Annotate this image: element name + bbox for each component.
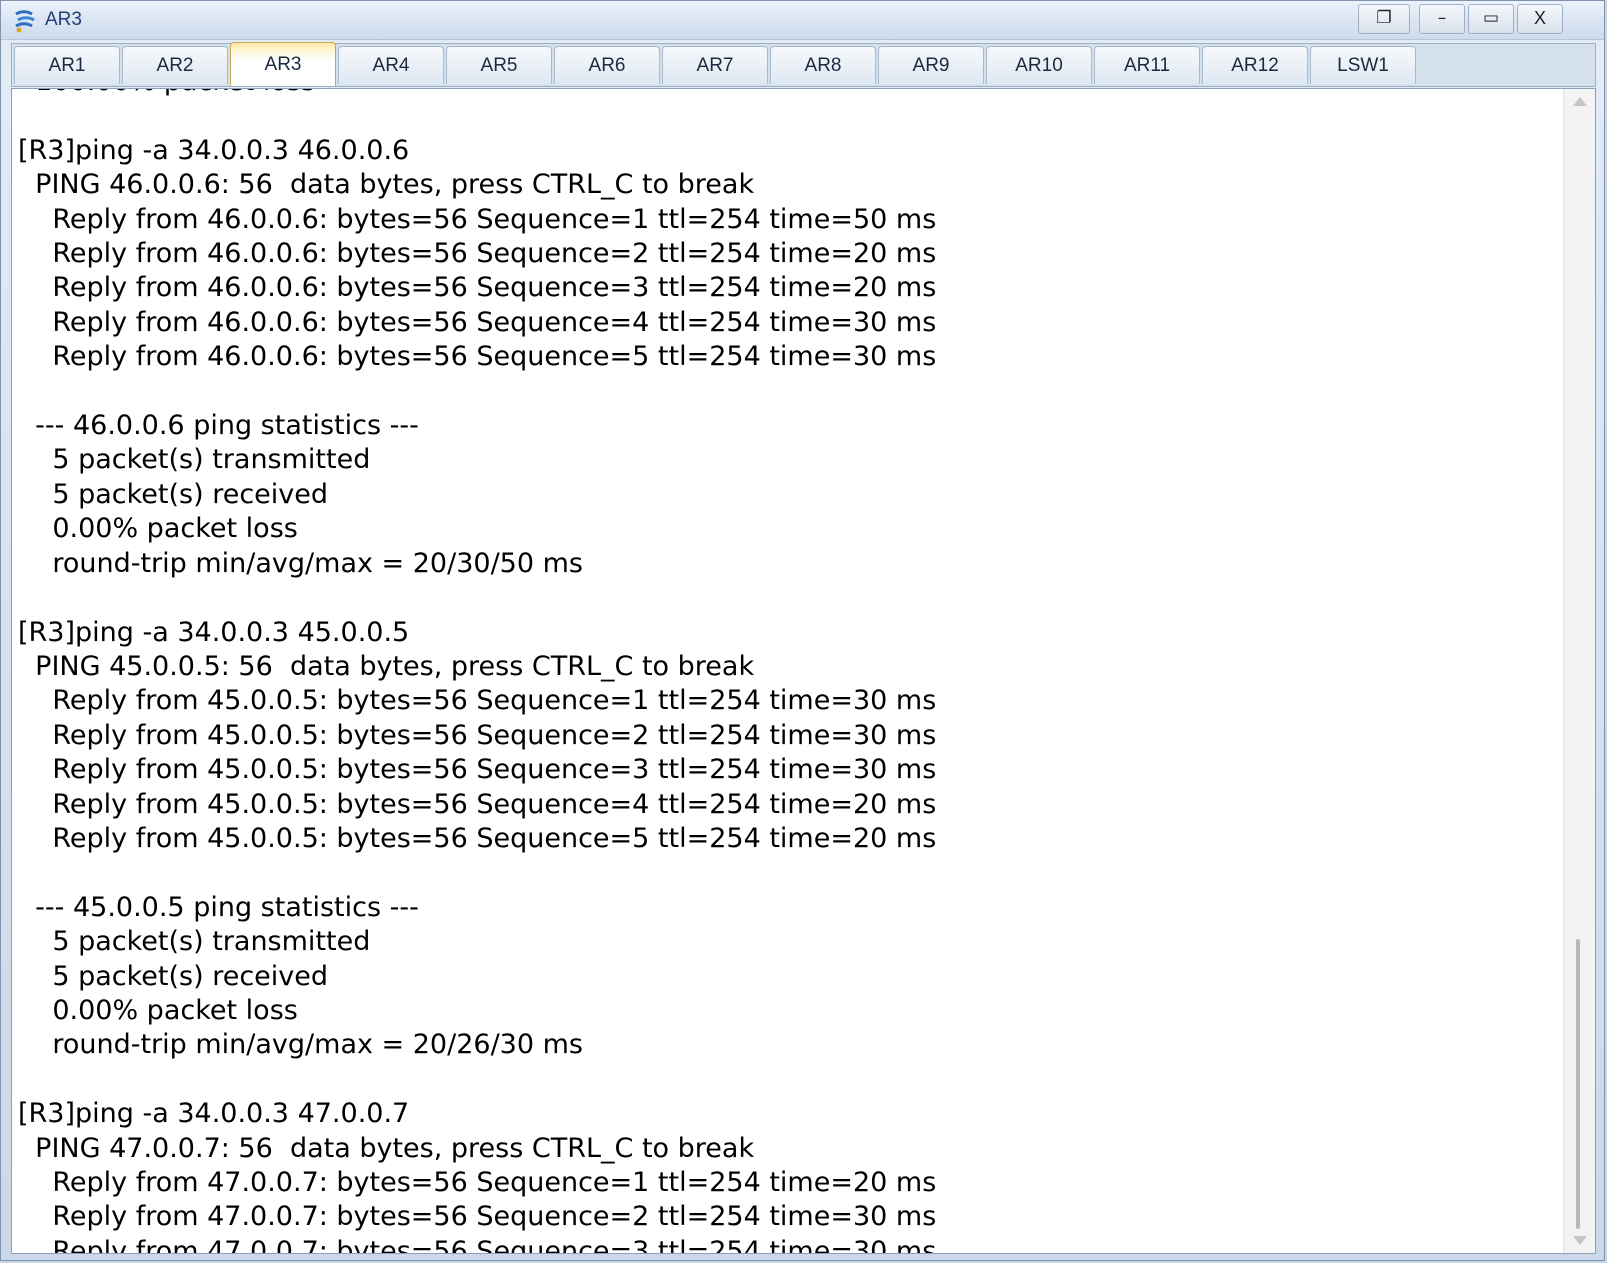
console-line: Reply from 46.0.0.6: bytes=56 Sequence=3…: [18, 272, 937, 304]
tab-ar10[interactable]: AR10: [986, 46, 1092, 84]
tab-lsw1[interactable]: LSW1: [1310, 46, 1416, 84]
console-line: --- 46.0.0.6 ping statistics ---: [18, 410, 419, 442]
close-button[interactable]: X: [1517, 4, 1563, 34]
console-line: [R3]ping -a 34.0.0.3 45.0.0.5: [18, 616, 410, 648]
console-line: 0.00% packet loss: [18, 513, 298, 545]
scrollbar-thumb[interactable]: [1576, 939, 1580, 1229]
console-line: Reply from 46.0.0.6: bytes=56 Sequence=2…: [18, 238, 937, 270]
console-line: Reply from 46.0.0.6: bytes=56 Sequence=4…: [18, 306, 937, 338]
console-line: 5 packet(s) received: [18, 478, 329, 510]
app-icon: [13, 9, 39, 33]
tab-ar3[interactable]: AR3: [230, 42, 336, 86]
tab-ar7[interactable]: AR7: [662, 46, 768, 84]
console-line: Reply from 45.0.0.5: bytes=56 Sequence=2…: [18, 719, 937, 751]
tab-ar5[interactable]: AR5: [446, 46, 552, 84]
minimize-button[interactable]: –: [1419, 4, 1465, 34]
console-line: 5 packet(s) transmitted: [18, 926, 371, 958]
console-line: Reply from 47.0.0.7: bytes=56 Sequence=3…: [18, 1235, 937, 1254]
console-line: Reply from 45.0.0.5: bytes=56 Sequence=3…: [18, 754, 937, 786]
console-output[interactable]: 100.00% packet loss [R3]ping -a 34.0.0.3…: [11, 88, 1596, 1254]
console-line: 0.00% packet loss: [18, 994, 298, 1026]
scroll-up-arrow-icon[interactable]: [1573, 97, 1587, 106]
title-bar[interactable]: AR3 ❐ – ▭ X: [1, 1, 1604, 40]
console-line: [R3]ping -a 34.0.0.3 47.0.0.7: [18, 1098, 410, 1130]
tab-ar1[interactable]: AR1: [14, 46, 120, 84]
console-line: PING 47.0.0.7: 56 data bytes, press CTRL…: [18, 1132, 755, 1164]
minimize-icon: –: [1437, 8, 1447, 28]
tab-ar2[interactable]: AR2: [122, 46, 228, 84]
console-line: --- 45.0.0.5 ping statistics ---: [18, 891, 419, 923]
console-line: 5 packet(s) transmitted: [18, 444, 371, 476]
console-line: Reply from 46.0.0.6: bytes=56 Sequence=5…: [18, 341, 937, 373]
window-title: AR3: [45, 9, 82, 30]
console-line: Reply from 46.0.0.6: bytes=56 Sequence=1…: [18, 203, 937, 235]
console-line: Reply from 47.0.0.7: bytes=56 Sequence=1…: [18, 1167, 937, 1198]
device-tab-bar: AR1 AR2 AR3 AR4 AR5 AR6 AR7 AR8 AR9 AR10…: [11, 42, 1596, 87]
console-line: [R3]ping -a 34.0.0.3 46.0.0.6: [18, 134, 410, 166]
console-line: Reply from 47.0.0.7: bytes=56 Sequence=2…: [18, 1201, 937, 1233]
console-line: Reply from 45.0.0.5: bytes=56 Sequence=1…: [18, 685, 937, 717]
restore-button[interactable]: ❐: [1358, 4, 1410, 34]
tab-ar11[interactable]: AR11: [1094, 46, 1200, 84]
restore-icon: ❐: [1376, 8, 1392, 28]
console-line: round-trip min/avg/max = 20/30/50 ms: [18, 547, 583, 579]
tab-ar6[interactable]: AR6: [554, 46, 660, 84]
vertical-scrollbar[interactable]: [1563, 89, 1595, 1253]
console-line: PING 46.0.0.6: 56 data bytes, press CTRL…: [18, 169, 755, 201]
scroll-down-arrow-icon[interactable]: [1573, 1236, 1587, 1245]
tab-ar8[interactable]: AR8: [770, 46, 876, 84]
console-text[interactable]: 100.00% packet loss [R3]ping -a 34.0.0.3…: [18, 89, 937, 1254]
tab-ar12[interactable]: AR12: [1202, 46, 1308, 84]
maximize-button[interactable]: ▭: [1468, 4, 1514, 34]
console-line: PING 45.0.0.5: 56 data bytes, press CTRL…: [18, 650, 755, 682]
close-icon: X: [1533, 8, 1546, 28]
console-line: Reply from 45.0.0.5: bytes=56 Sequence=5…: [18, 822, 937, 854]
console-line: round-trip min/avg/max = 20/26/30 ms: [18, 1029, 583, 1061]
console-line: 100.00% packet loss: [18, 89, 315, 97]
tab-ar9[interactable]: AR9: [878, 46, 984, 84]
maximize-icon: ▭: [1482, 8, 1500, 28]
console-line: 5 packet(s) received: [18, 960, 329, 992]
terminal-window: AR3 ❐ – ▭ X AR1 AR2 AR3 AR4 AR5 AR6 AR7 …: [0, 0, 1605, 1261]
tab-ar4[interactable]: AR4: [338, 46, 444, 84]
console-line: Reply from 45.0.0.5: bytes=56 Sequence=4…: [18, 788, 937, 820]
